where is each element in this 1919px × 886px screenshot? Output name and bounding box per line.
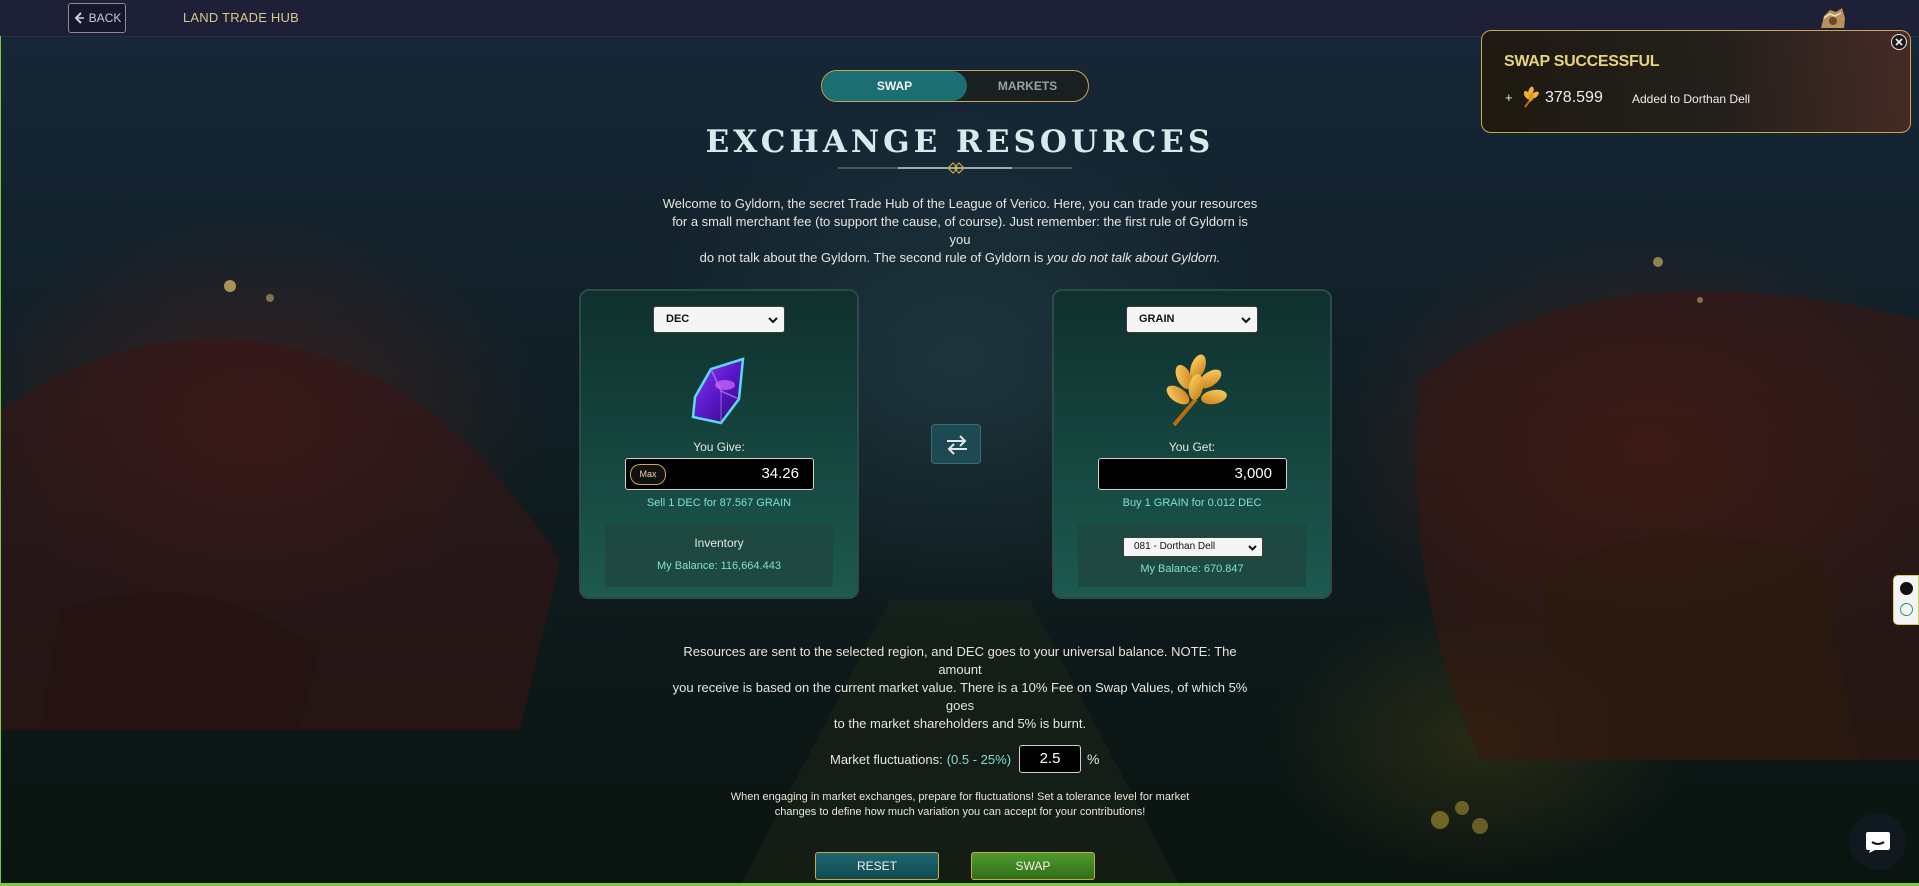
give-rate: Sell 1 DEC for 87.567 GRAIN	[646, 497, 792, 509]
fluctuation-help-line-1: When engaging in market exchanges, prepa…	[730, 791, 1190, 803]
give-label: You Give:	[693, 440, 745, 454]
get-token-value: GRAIN	[1139, 313, 1175, 325]
get-amount-value: 3,000	[1234, 465, 1272, 482]
reset-button[interactable]: RESET	[815, 852, 939, 880]
give-panel: DEC You Give: Max 34.26 Sell 1 DEC for 8…	[579, 289, 859, 599]
give-balance: My Balance: 116,664.443	[657, 560, 781, 572]
page-title: EXCHANGE RESOURCES	[705, 124, 1215, 160]
left-border	[0, 36, 1, 886]
get-amount-input[interactable]: 3,000	[1098, 458, 1287, 490]
region-value: 081 - Dorthan Dell	[1134, 541, 1216, 552]
avatar[interactable]	[1818, 4, 1848, 32]
fluctuation-row: Market fluctuations: (0.5 - 25%) 2.5 %	[830, 744, 1099, 774]
give-token-value: DEC	[666, 313, 690, 325]
give-token-select[interactable]: DEC	[653, 306, 785, 333]
chevron-down-icon	[768, 317, 778, 324]
note-line-3: to the market shareholders and 5% is bur…	[833, 716, 1087, 731]
fluctuation-label: Market fluctuations:	[830, 751, 943, 767]
note-line-2: you receive is based on the current mark…	[672, 680, 1248, 713]
chat-button[interactable]	[1849, 813, 1906, 870]
wheat-icon	[1166, 354, 1227, 427]
swap-button[interactable]: SWAP	[971, 852, 1095, 880]
toast-plus: +	[1505, 90, 1513, 105]
swap-success-toast: SWAP SUCCESSFUL + 378.599 Added to Dorth…	[1481, 30, 1911, 133]
toast-title: SWAP SUCCESSFUL	[1504, 53, 1660, 70]
get-balance: My Balance: 670.847	[1140, 563, 1244, 575]
app-title: LAND TRADE HUB	[183, 10, 299, 25]
intro-line-2: for a small merchant fee (to support the…	[672, 214, 1248, 247]
fluctuation-unit: %	[1087, 751, 1100, 767]
get-rate: Buy 1 GRAIN for 0.012 DEC	[1122, 497, 1262, 509]
region-box: 081 - Dorthan Dell My Balance: 670.847	[1078, 524, 1306, 587]
fluctuation-help-line-2: changes to define how much variation you…	[774, 806, 1146, 818]
toast-amount: 378.599	[1545, 89, 1603, 106]
wheat-icon	[1523, 86, 1539, 108]
intro-line-1: Welcome to Gyldorn, the secret Trade Hub…	[662, 196, 1258, 211]
chat-icon	[1866, 832, 1890, 853]
intro-text: Welcome to Gyldorn, the secret Trade Hub…	[660, 195, 1260, 267]
get-label: You Get:	[1168, 440, 1216, 454]
tab-markets[interactable]: MARKETS	[967, 71, 1088, 101]
toast-message: Added to Dorthan Dell	[1632, 92, 1751, 106]
intro-line-3-plain: do not talk about the Gyldorn. The secon…	[699, 250, 1047, 265]
get-panel: GRAIN You Get: 3,000 Buy 1 GRAIN for 0.0…	[1052, 289, 1332, 599]
close-icon[interactable]	[1900, 582, 1913, 595]
chat-icon[interactable]	[1900, 603, 1913, 616]
chevron-down-icon	[1248, 545, 1257, 551]
give-amount-value: 34.26	[761, 465, 799, 482]
side-widget	[1893, 575, 1919, 625]
get-token-select[interactable]: GRAIN	[1126, 306, 1258, 333]
fluctuation-help: When engaging in market exchanges, prepa…	[700, 790, 1220, 820]
crystal-icon	[691, 357, 745, 425]
fluctuation-input[interactable]: 2.5	[1019, 745, 1082, 773]
region-select[interactable]: 081 - Dorthan Dell	[1123, 537, 1263, 557]
chevron-left-icon	[74, 12, 84, 24]
swap-arrows-icon	[947, 435, 967, 455]
tab-swap[interactable]: SWAP	[822, 71, 967, 101]
back-button[interactable]: BACK	[68, 3, 126, 33]
note-line-1: Resources are sent to the selected regio…	[683, 644, 1237, 677]
swap-direction-button[interactable]	[931, 424, 981, 464]
close-icon[interactable]	[1891, 34, 1907, 50]
fee-note: Resources are sent to the selected regio…	[660, 643, 1260, 733]
intro-line-3: do not talk about the Gyldorn. The secon…	[660, 249, 1260, 267]
back-label: BACK	[88, 11, 122, 25]
intro-line-3-italic: you do not talk about Gyldorn.	[1046, 250, 1221, 265]
tab-switch: SWAP MARKETS	[821, 70, 1089, 102]
inventory-title: Inventory	[694, 536, 744, 550]
chevron-down-icon	[1241, 317, 1251, 324]
max-button[interactable]: Max	[630, 464, 666, 485]
give-amount-input[interactable]: Max 34.26	[625, 458, 814, 490]
inventory-box: Inventory My Balance: 116,664.443	[605, 524, 833, 587]
fluctuation-range: (0.5 - 25%)	[946, 751, 1012, 767]
title-divider	[838, 162, 1072, 174]
